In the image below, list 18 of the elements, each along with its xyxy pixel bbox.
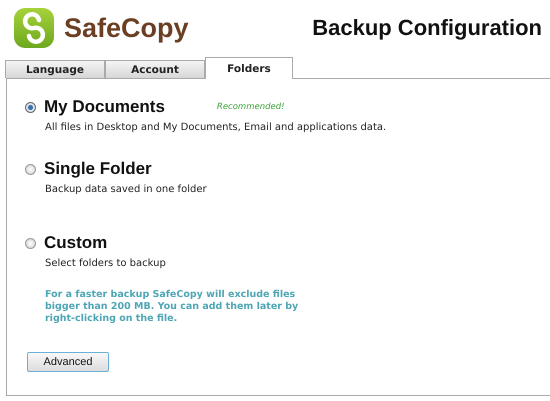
tab[interactable]: Language (5, 60, 105, 78)
tab[interactable]: Account (105, 60, 205, 78)
app-name: SafeCopy (64, 12, 189, 44)
option-title: Single Folder (44, 159, 152, 179)
option-title: My Documents (44, 97, 165, 117)
advanced-button[interactable]: Advanced (27, 352, 109, 372)
option-title: Custom (44, 233, 108, 253)
logo-icon (14, 8, 54, 48)
radio-button[interactable] (25, 164, 36, 174)
recommended-label: Recommended! (216, 102, 285, 112)
window-title: Backup Configuration (312, 15, 542, 41)
option-description: Select folders to backup (45, 258, 167, 269)
tab[interactable]: Folders (205, 57, 293, 79)
option-description: Backup data saved in one folder (45, 184, 208, 195)
option-description: All files in Desktop and My Documents, Email and applications data. (45, 122, 388, 133)
radio-button[interactable] (25, 102, 36, 112)
info-note: For a faster backup SafeCopy will exclude files bigger than 200 MB. You can add them later by right-clicking on the file. (45, 289, 300, 325)
radio-button[interactable] (25, 238, 36, 248)
